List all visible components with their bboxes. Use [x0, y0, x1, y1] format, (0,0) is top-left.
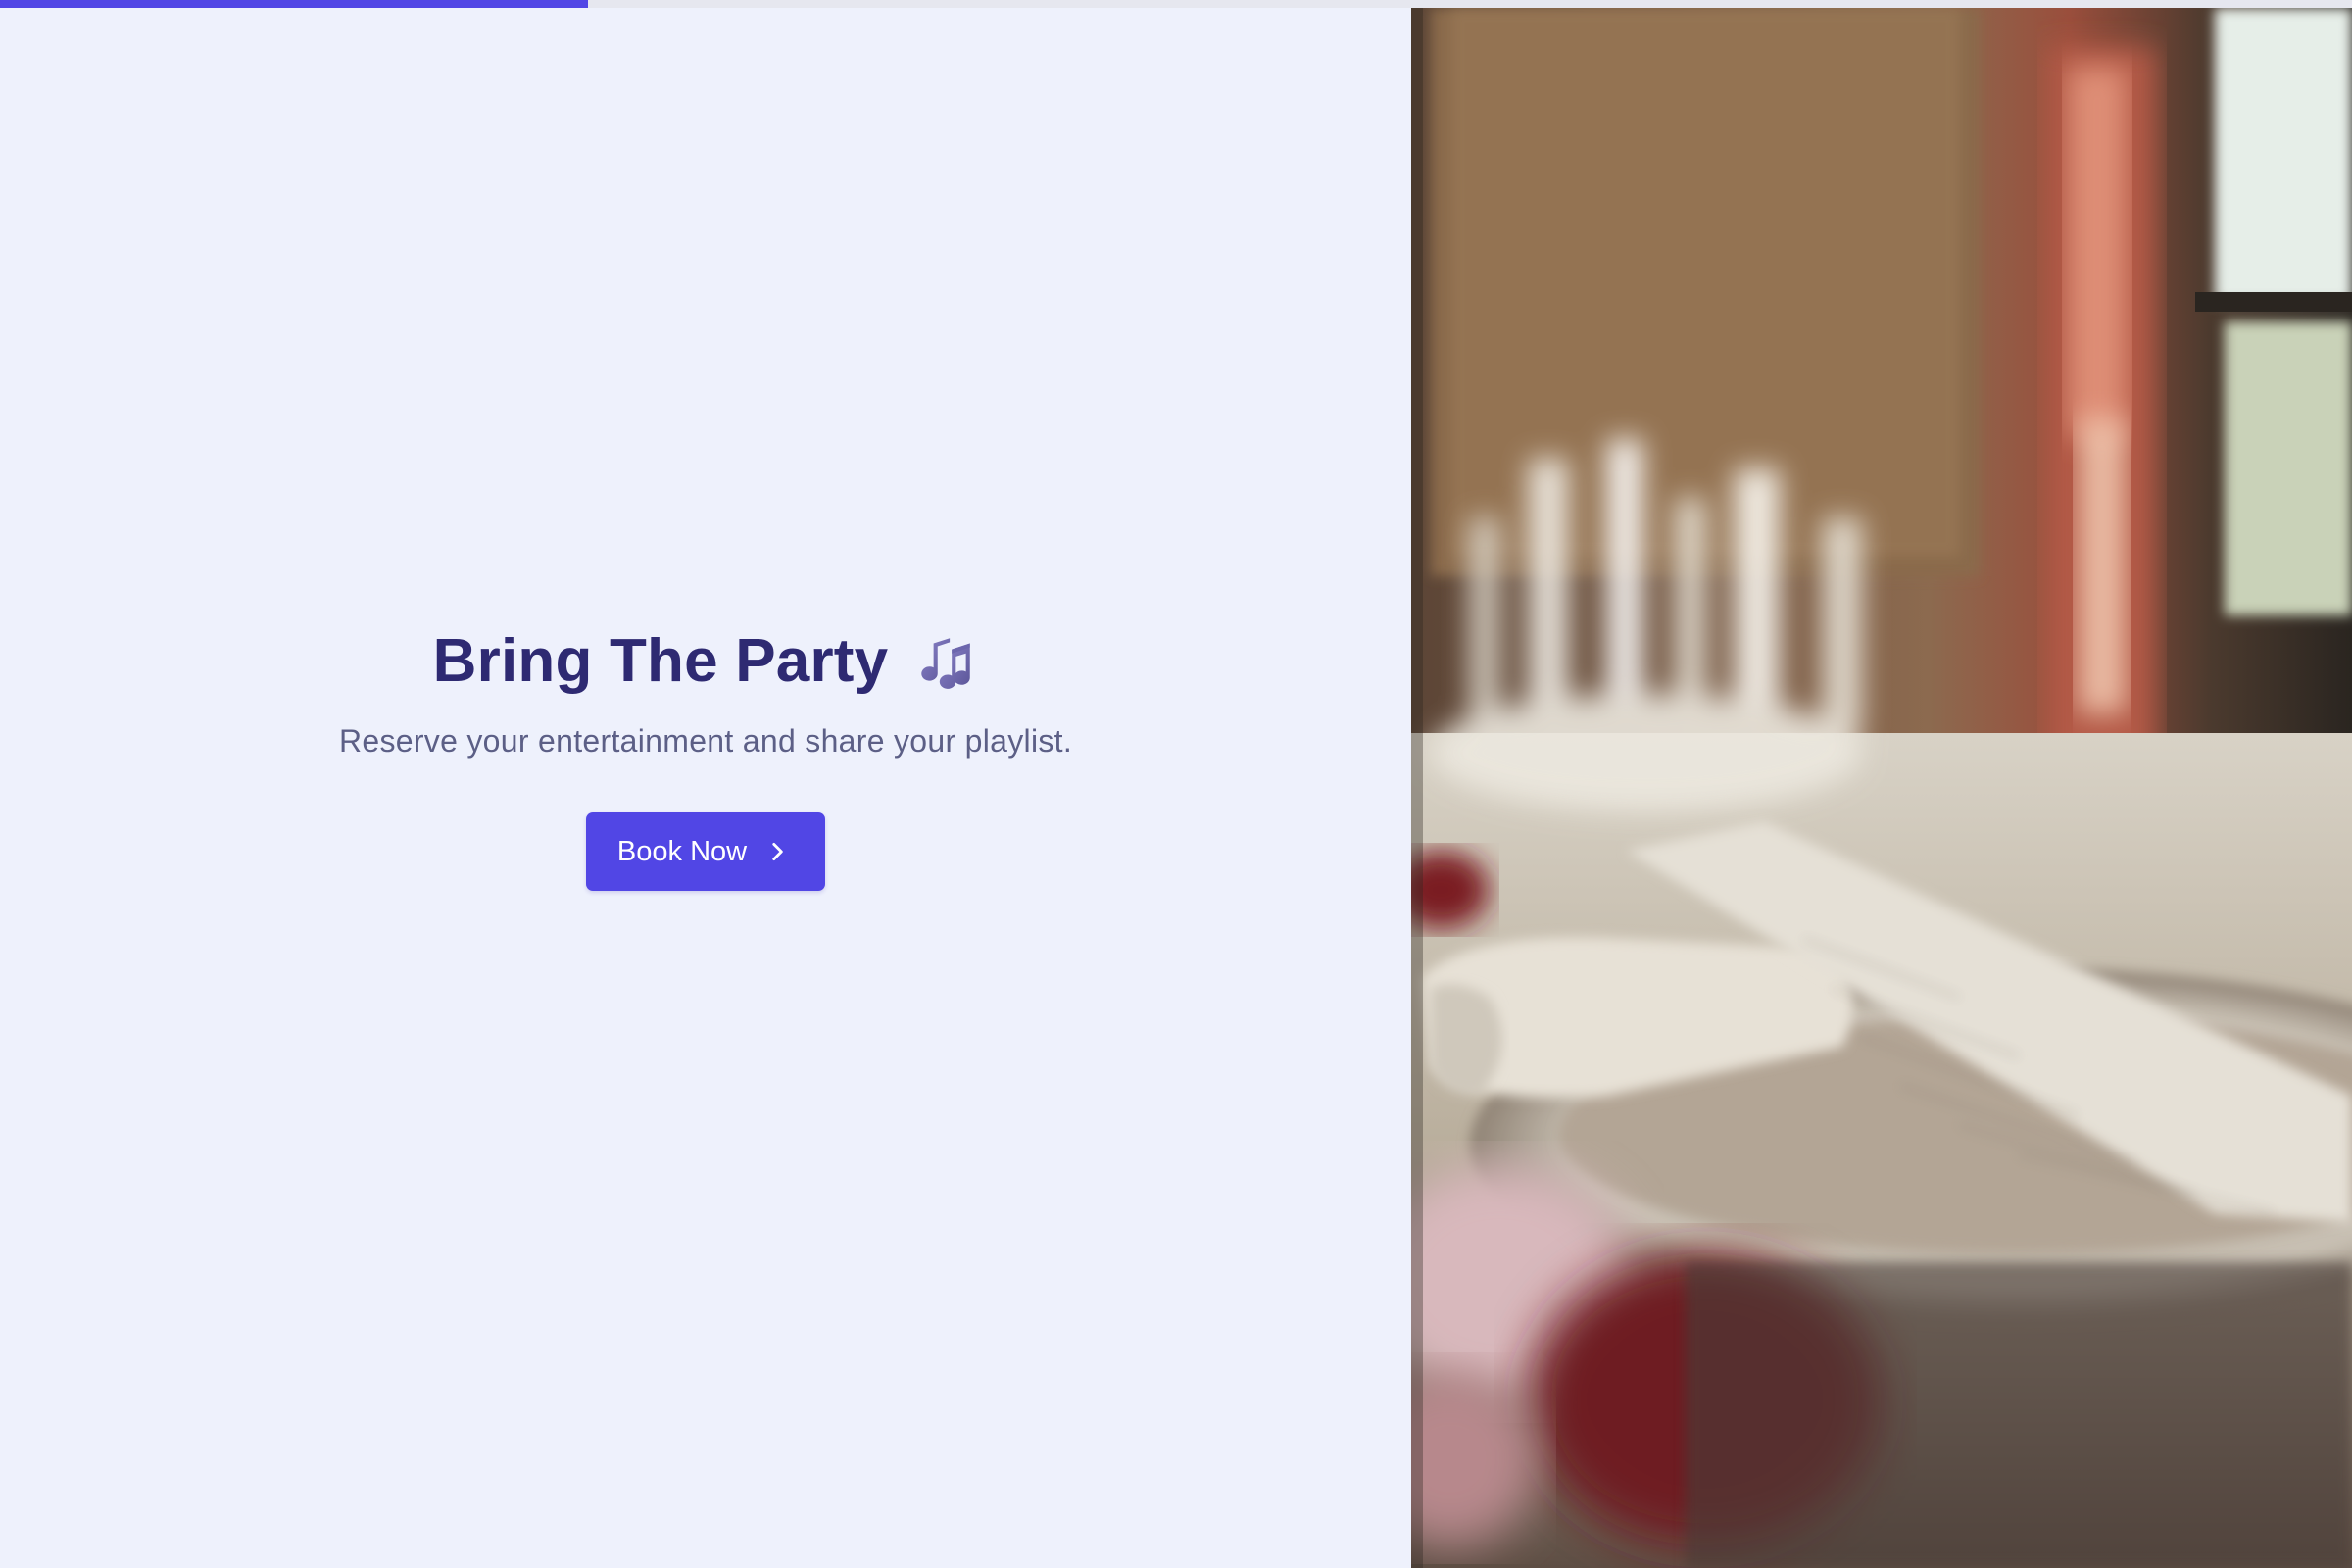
hero-content: Bring The Party Reserve your entertainme…	[339, 626, 1072, 891]
music-notes-icon	[913, 629, 978, 694]
book-now-button[interactable]: Book Now	[585, 812, 826, 891]
page-title: Bring The Party	[432, 627, 889, 695]
book-now-label: Book Now	[616, 835, 748, 867]
hero-title-row: Bring The Party	[433, 626, 979, 696]
dining-table-photo	[1411, 8, 2352, 1568]
photo-illustration	[1411, 8, 2352, 1568]
progress-bar-fill	[0, 0, 588, 8]
progress-bar	[0, 0, 2352, 8]
hero-subtitle: Reserve your entertainment and share you…	[338, 723, 1073, 759]
hero-panel: Bring The Party Reserve your entertainme…	[0, 8, 1411, 1568]
chevron-right-icon	[764, 839, 790, 864]
